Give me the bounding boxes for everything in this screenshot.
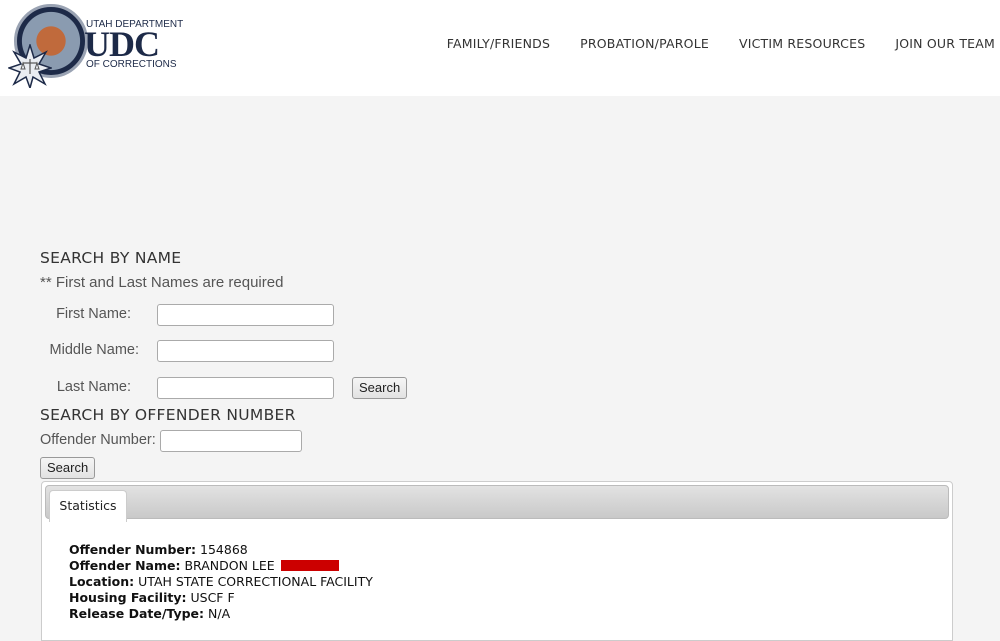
logo-bottom-text: OF CORRECTIONS (86, 59, 177, 70)
search-by-number-heading: SEARCH BY OFFENDER NUMBER (40, 406, 296, 424)
tab-bar: Statistics (45, 485, 949, 522)
last-name-label: Last Name: (56, 379, 131, 395)
redaction-bar (280, 560, 339, 571)
badge-star-icon (8, 44, 52, 88)
main-nav: FAMILY/FRIENDS PROBATION/PAROLE VICTIM R… (417, 36, 995, 51)
search-by-number-button[interactable]: Search (40, 457, 96, 479)
offender-details: Offender Number: 154868 Offender Name: B… (69, 542, 373, 622)
middle-name-input[interactable] (157, 340, 334, 362)
nav-family-friends[interactable]: FAMILY/FRIENDS (447, 36, 550, 51)
offender-number-input[interactable] (160, 430, 302, 452)
detail-housing-facility: Housing Facility: USCF F (69, 590, 235, 605)
detail-offender-number: Offender Number: 154868 (69, 542, 248, 557)
middle-name-label: Middle Name: (49, 342, 139, 358)
required-note: ** First and Last Names are required (40, 274, 284, 291)
detail-location: Location: UTAH STATE CORRECTIONAL FACILI… (69, 574, 373, 589)
nav-join-our-team[interactable]: JOIN OUR TEAM (895, 36, 995, 51)
offender-number-label: Offender Number: (40, 432, 156, 448)
nav-victim-resources[interactable]: VICTIM RESOURCES (739, 36, 865, 51)
tab-statistics[interactable]: Statistics (49, 490, 127, 522)
main-content: SEARCH BY NAME ** First and Last Names a… (0, 96, 1000, 641)
detail-release-date: Release Date/Type: N/A (69, 606, 231, 621)
search-by-name-button[interactable]: Search (352, 377, 408, 399)
udc-logo[interactable]: UTAH DEPARTMENT UDC OF CORRECTIONS (4, 2, 184, 92)
logo-acronym: UDC (84, 24, 160, 64)
site-header: UTAH DEPARTMENT UDC OF CORRECTIONS FAMIL… (0, 0, 1000, 96)
detail-offender-name: Offender Name: BRANDON LEE (69, 558, 373, 574)
search-by-name-heading: SEARCH BY NAME (40, 249, 182, 267)
last-name-input[interactable] (157, 377, 334, 399)
first-name-input[interactable] (157, 304, 334, 326)
nav-probation-parole[interactable]: PROBATION/PAROLE (580, 36, 709, 51)
first-name-label: First Name: (56, 306, 131, 322)
results-panel: Statistics Offender Number: 154868 Offen… (41, 481, 953, 641)
